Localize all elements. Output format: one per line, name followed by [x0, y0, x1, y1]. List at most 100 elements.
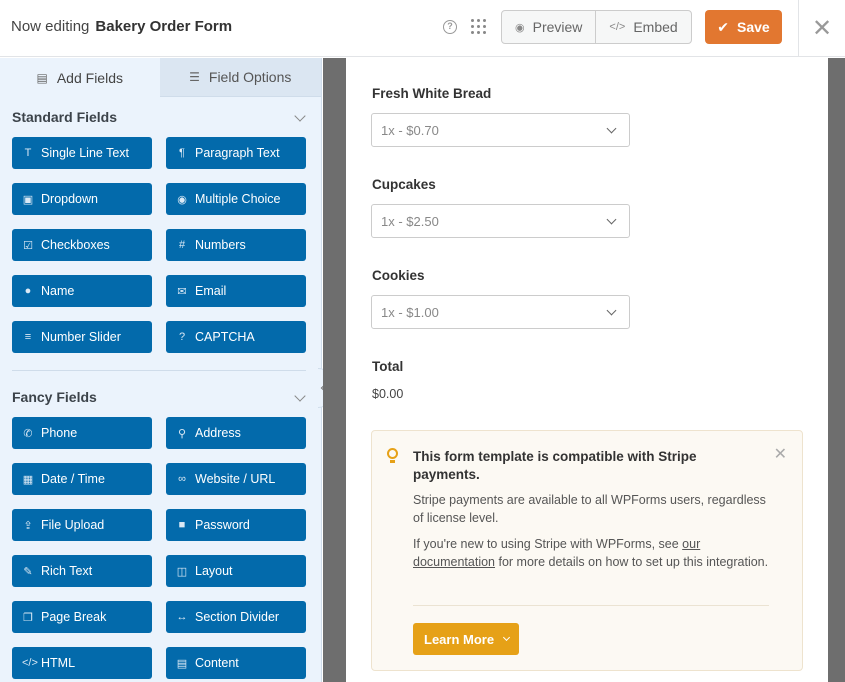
learn-more-button[interactable]: Learn More [413, 623, 519, 655]
field-rich-text[interactable]: ✎ Rich Text [12, 555, 152, 587]
sidebar: ▤ Add Fields ☰ Field Options Standard Fi… [0, 58, 322, 682]
field-label: File Upload [41, 518, 105, 532]
select-value: 1x - $2.50 [381, 213, 439, 229]
save-button[interactable]: ✔ Save [705, 10, 782, 44]
embed-button[interactable]: </> Embed [595, 11, 690, 43]
arrows-h-icon: ↔ [176, 611, 188, 623]
save-label: Save [737, 19, 770, 35]
field-html[interactable]: </> HTML [12, 647, 152, 679]
question-icon: ? [178, 331, 186, 343]
sidebar-tabs: ▤ Add Fields ☰ Field Options [0, 58, 321, 97]
field-file-upload[interactable]: ⇪ File Upload [12, 509, 152, 541]
paragraph-icon: ¶ [179, 147, 185, 159]
field-number-slider[interactable]: ≡ Number Slider [12, 321, 152, 353]
top-bar: Now editing Bakery Order Form ? ◉ Preview… [0, 0, 845, 57]
field-dropdown[interactable]: ▣ Dropdown [12, 183, 152, 215]
field-email[interactable]: ✉ Email [166, 275, 306, 307]
close-icon[interactable]: ✕ [812, 14, 832, 43]
title-prefix: Now editing [11, 18, 90, 35]
help-icon[interactable]: ? [443, 20, 457, 34]
our-link[interactable]: our [682, 537, 700, 551]
text-icon: T [24, 147, 32, 159]
learn-more-label: Learn More [424, 631, 495, 647]
field-label: Dropdown [41, 192, 98, 206]
field-paragraph-text[interactable]: ¶ Paragraph Text [166, 137, 306, 169]
item-label-cupcakes: Cupcakes [372, 177, 436, 192]
cookies-quantity-select[interactable]: 1x - $1.00 [371, 295, 630, 329]
chevron-down-icon [503, 633, 511, 642]
fancy-fields-grid: ✆ Phone ⚲ Address ▦ Date / Time ∞ Website / … [0, 417, 321, 679]
section-standard-fields[interactable]: Standard Fields [0, 97, 321, 137]
field-multiple-choice[interactable]: ◉ Multiple Choice [166, 183, 306, 215]
grid-icon[interactable] [471, 19, 486, 34]
section-title: Standard Fields [12, 109, 118, 125]
field-label: CAPTCHA [195, 330, 255, 344]
field-label: Number Slider [41, 330, 121, 344]
preview-button[interactable]: ◉ Preview [502, 11, 595, 43]
copy-icon: ❐ [23, 611, 33, 624]
field-page-break[interactable]: ❐ Page Break [12, 601, 152, 633]
bread-quantity-select[interactable]: 1x - $0.70 [371, 113, 630, 147]
field-date-time[interactable]: ▦ Date / Time [12, 463, 152, 495]
list-icon: ▤ [36, 70, 48, 85]
close-icon[interactable]: ✕ [774, 444, 787, 464]
page-title: Now editing Bakery Order Form [11, 18, 232, 35]
field-single-line-text[interactable]: T Single Line Text [12, 137, 152, 169]
field-layout[interactable]: ◫ Layout [166, 555, 306, 587]
embed-label: Embed [633, 19, 678, 35]
field-label: Paragraph Text [195, 146, 280, 160]
notice-title: This form template is compatible with St… [413, 449, 697, 482]
code-icon: </> [22, 657, 38, 669]
form-preview: Fresh White Bread 1x - $0.70 Cupcakes 1x… [346, 58, 828, 682]
field-password[interactable]: ■ Password [166, 509, 306, 541]
sliders-icon: ≡ [24, 331, 32, 343]
preview-label: Preview [532, 19, 583, 35]
field-address[interactable]: ⚲ Address [166, 417, 306, 449]
field-section-divider[interactable]: ↔ Section Divider [166, 601, 306, 633]
envelope-icon: ✉ [177, 285, 187, 298]
calendar-icon: ▦ [22, 473, 34, 486]
notice-text: If you're new to using Stripe with WPFor… [413, 537, 679, 551]
stripe-notice: This form template is compatible with St… [371, 430, 803, 671]
field-captcha[interactable]: ? CAPTCHA [166, 321, 306, 353]
notice-text: for more details on how to set up this i… [498, 555, 769, 569]
field-phone[interactable]: ✆ Phone [12, 417, 152, 449]
tab-label: Add Fields [56, 69, 123, 86]
tab-add-fields[interactable]: ▤ Add Fields [0, 58, 160, 97]
section-divider [12, 370, 306, 371]
field-label: Multiple Choice [195, 192, 281, 206]
file-icon: ▤ [176, 657, 188, 670]
section-title: Fancy Fields [12, 389, 97, 405]
field-checkboxes[interactable]: ☑ Checkboxes [12, 229, 152, 261]
cupcakes-quantity-select[interactable]: 1x - $2.50 [371, 204, 630, 238]
columns-icon: ◫ [176, 565, 188, 578]
field-label: Phone [41, 426, 78, 440]
hash-icon: # [178, 239, 186, 251]
check-icon: ✔ [717, 18, 730, 35]
field-website-url[interactable]: ∞ Website / URL [166, 463, 306, 495]
radio-icon: ◉ [177, 193, 187, 206]
field-label: Page Break [41, 610, 107, 624]
close-area: ✕ [798, 0, 845, 57]
field-label: Checkboxes [41, 238, 110, 252]
total-value: $0.00 [372, 387, 404, 401]
link-icon: ∞ [178, 473, 186, 485]
chevron-down-icon [294, 110, 306, 122]
chevron-down-icon [606, 123, 617, 134]
field-content[interactable]: ▤ Content [166, 647, 306, 679]
code-icon: </> [609, 21, 626, 33]
field-label: Name [41, 284, 75, 298]
field-label: Website / URL [195, 472, 276, 486]
documentation-link[interactable]: documentation [413, 555, 495, 569]
field-label: Numbers [195, 238, 246, 252]
notice-paragraph-2: If you're new to using Stripe with WPFor… [413, 535, 778, 571]
select-value: 1x - $0.70 [381, 122, 439, 138]
standard-fields-grid: T Single Line Text ¶ Paragraph Text ▣ Dropd… [0, 137, 321, 353]
section-fancy-fields[interactable]: Fancy Fields [0, 377, 321, 417]
field-name[interactable]: ● Name [12, 275, 152, 307]
field-numbers[interactable]: # Numbers [166, 229, 306, 261]
eye-icon: ◉ [515, 21, 525, 34]
map-pin-icon: ⚲ [177, 427, 187, 440]
tab-field-options[interactable]: ☰ Field Options [159, 58, 321, 97]
field-label: Single Line Text [41, 146, 130, 160]
